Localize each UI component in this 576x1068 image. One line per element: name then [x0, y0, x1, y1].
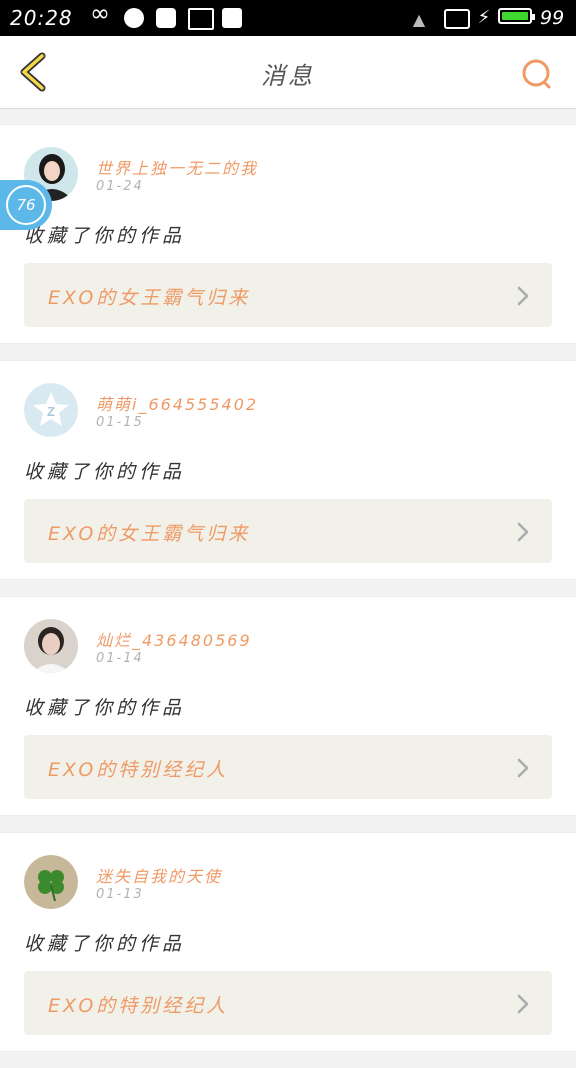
floating-percent: 76: [6, 185, 46, 225]
work-title: EXO的女王霸气归来: [48, 523, 251, 545]
message-card: 世界上独一无二的我 01-24 收藏了你的作品 EXO的女王霸气归来: [0, 124, 576, 344]
message-action-text: 收藏了你的作品: [24, 697, 186, 719]
work-link[interactable]: EXO的女王霸气归来: [24, 499, 552, 563]
screen-icon: [444, 9, 470, 29]
nav-bar: 消息: [0, 36, 576, 109]
charging-icon: ⚡: [477, 6, 491, 28]
message-date: 01-13: [96, 887, 144, 902]
search-icon: [522, 59, 551, 89]
message-card: Z 萌萌i_664555402 01-15 收藏了你的作品 EXO的女王霸气归来: [0, 360, 576, 580]
message-date: 01-14: [96, 651, 144, 666]
message-date: 01-15: [96, 415, 144, 430]
sender-name[interactable]: 灿烂_436480569: [96, 627, 252, 651]
page-title: 消息: [261, 62, 315, 90]
svg-text:Z: Z: [47, 404, 55, 419]
work-link[interactable]: EXO的特别经纪人: [24, 735, 552, 799]
work-link[interactable]: EXO的特别经纪人: [24, 971, 552, 1035]
chevron-right-icon: [517, 994, 529, 1014]
sender-name[interactable]: 世界上独一无二的我: [96, 155, 258, 179]
shield-icon: [222, 8, 242, 28]
avatar[interactable]: [24, 619, 78, 673]
avatar[interactable]: Z: [24, 383, 78, 437]
ghost-icon: [156, 8, 176, 28]
search-button[interactable]: [516, 54, 556, 94]
chevron-right-icon: [517, 522, 529, 542]
image-icon: [188, 8, 214, 30]
message-card: 迷失自我的天使 01-13 收藏了你的作品 EXO的特别经纪人: [0, 832, 576, 1052]
message-action-text: 收藏了你的作品: [24, 461, 186, 483]
message-list: 世界上独一无二的我 01-24 收藏了你的作品 EXO的女王霸气归来 Z 萌萌i…: [0, 124, 576, 1068]
chevron-right-icon: [517, 286, 529, 306]
circle-app-icon: [124, 8, 144, 28]
battery-icon: [498, 8, 535, 24]
message-date: 01-24: [96, 179, 144, 194]
work-title: EXO的女王霸气归来: [48, 287, 251, 309]
work-link[interactable]: EXO的女王霸气归来: [24, 263, 552, 327]
qzone-default-icon: Z: [24, 383, 78, 437]
sender-name[interactable]: 萌萌i_664555402: [96, 391, 258, 415]
clover-icon: [24, 855, 78, 909]
avatar[interactable]: [24, 855, 78, 909]
battery-level: 99: [540, 7, 565, 29]
sender-name[interactable]: 迷失自我的天使: [96, 863, 222, 887]
message-action-text: 收藏了你的作品: [24, 933, 186, 955]
infinity-icon: ∞: [90, 0, 110, 27]
floating-assistant-button[interactable]: 76: [0, 180, 52, 230]
chevron-right-icon: [517, 758, 529, 778]
status-time: 20:28: [10, 6, 73, 30]
portrait-icon: [24, 619, 78, 673]
status-bar: 20:28 ∞ ▲ ⚡ 99: [0, 0, 576, 36]
message-action-text: 收藏了你的作品: [24, 225, 186, 247]
work-title: EXO的特别经纪人: [48, 995, 229, 1017]
message-card: 灿烂_436480569 01-14 收藏了你的作品 EXO的特别经纪人: [0, 596, 576, 816]
work-title: EXO的特别经纪人: [48, 759, 229, 781]
signal-icon: ▲: [412, 9, 426, 29]
